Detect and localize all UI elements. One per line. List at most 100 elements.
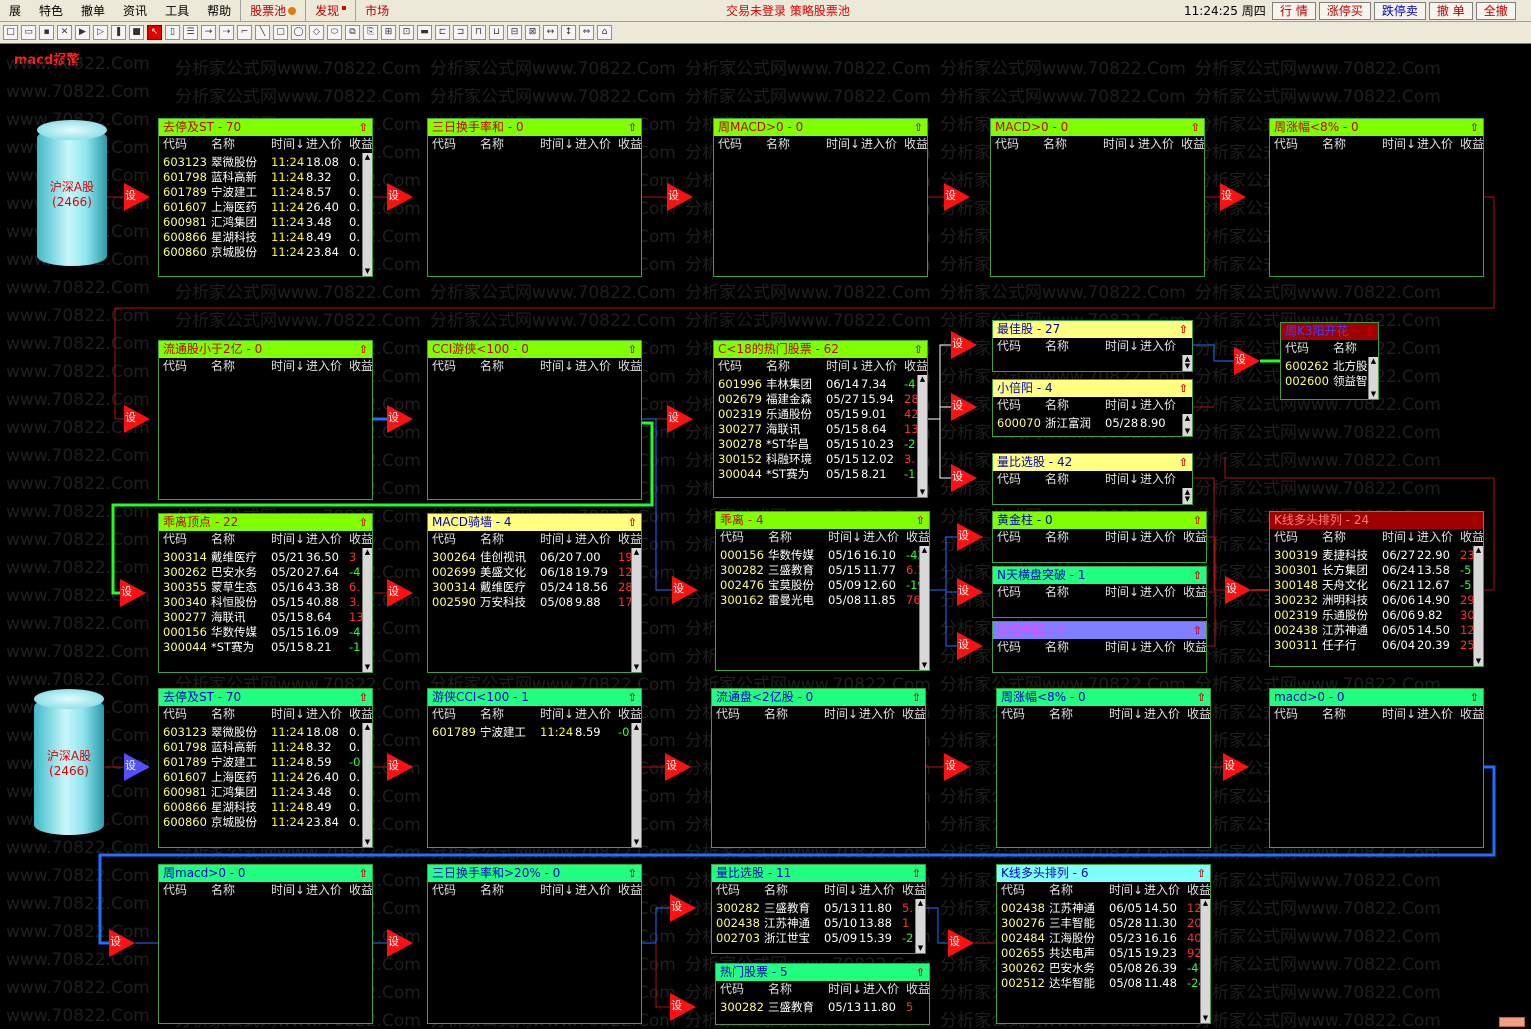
filter-panel[interactable]: K线多头排列 - 6 ⇧ 代码 名称 时间↓ 进入价 收益 002438 江苏神通 06/05 14… [996, 864, 1211, 1024]
collapse-arrow-icon[interactable]: ⇧ [912, 865, 921, 882]
shape-round-icon[interactable]: ◯ [291, 25, 306, 40]
panel-header[interactable]: 游侠CCI<100 - 1 ⇧ [428, 689, 641, 706]
vertical-scrollbar[interactable]: ▲ ▼ [362, 548, 372, 672]
spacing-icon[interactable]: ⇔ [579, 25, 594, 40]
column-header[interactable]: 名称 [1049, 706, 1073, 723]
filter-panel[interactable]: 周涨幅<8% - 0 ⇧ 代码 名称 时间↓ 进入价 收益 [996, 688, 1211, 848]
stock-row[interactable]: 300277 海联讯 05/15 8.64 13 [714, 422, 927, 437]
stock-row[interactable]: 300301 长方集团 06/24 13.58 -5 [1270, 563, 1483, 578]
stock-row[interactable]: 002590 万安科技 05/08 9.88 175. [428, 595, 641, 610]
menu-tools[interactable]: 工具 [156, 0, 198, 22]
limit-down-sell-button[interactable]: 跌停卖 [1373, 2, 1426, 20]
column-header[interactable]: 代码 [163, 882, 187, 899]
arrow-tool-icon[interactable]: → [201, 25, 216, 40]
column-header[interactable]: 时间↓ [540, 136, 574, 153]
setup-triangle-button[interactable]: 设 [672, 576, 698, 604]
scroll-up-icon[interactable]: ▲ [1201, 899, 1210, 908]
column-header[interactable]: 收益 [618, 706, 641, 723]
panel-header[interactable]: C<18的热门股票 - 62 ⇧ [714, 341, 927, 358]
stock-row[interactable]: 300262 巴安水务 05/20 27.64 -4 [159, 565, 372, 580]
panel-header[interactable]: CCI游侠<100 - 0 ⇧ [428, 341, 641, 358]
home-icon[interactable]: ⌂ [597, 25, 612, 40]
setup-triangle-button[interactable]: 设 [951, 393, 977, 421]
panel-header[interactable]: 去停及ST - 70 ⇧ [159, 119, 372, 136]
collapse-arrow-icon[interactable]: ⇧ [628, 689, 637, 706]
stock-row[interactable]: 600866 星湖科技 11:24 8.49 0. [159, 800, 372, 815]
filter-panel[interactable]: N天横盘突破 - 1 ⇧ 代码 名称 时间↓ 进入价 收益 [992, 566, 1207, 618]
vertical-scrollbar[interactable]: ▲ ▼ [631, 548, 641, 672]
stock-row[interactable]: 300044 *ST赛为 05/15 8.21 -1 [714, 467, 927, 482]
stock-row[interactable]: 002319 乐通股份 05/15 9.01 42 [714, 407, 927, 422]
stock-row[interactable]: 300148 天舟文化 06/21 12.67 -5 [1270, 578, 1483, 593]
column-header[interactable]: 名称 [1333, 340, 1357, 357]
column-header[interactable]: 收益 [904, 136, 927, 153]
same-width-icon[interactable]: ↔ [543, 25, 558, 40]
column-header[interactable]: 时间↓ [1105, 471, 1139, 488]
column-header[interactable]: 名称 [480, 136, 504, 153]
stock-row[interactable]: 300314 戴维医疗 05/24 18.56 28.2 [428, 580, 641, 595]
stock-row[interactable]: 601789 宁波建工 11:24 8.57 0. [159, 185, 372, 200]
column-header[interactable]: 收益 [1460, 529, 1483, 546]
cancel-order-button[interactable]: 撤 单 [1428, 2, 1473, 20]
align-right-icon[interactable]: ⊐ [453, 25, 468, 40]
column-header[interactable]: 代码 [432, 882, 456, 899]
setup-triangle-button[interactable]: 设 [944, 183, 970, 211]
filter-panel[interactable]: 去停及ST - 70 ⇧ 代码 名称 时间↓ 进入价 收益 603123 翠微股份 11:24 18… [158, 688, 373, 848]
stock-row[interactable]: 002484 江海股份 05/23 16.16 406. [997, 931, 1210, 946]
panel-header[interactable]: 流通盘<2亿股 - 0 ⇧ [712, 689, 925, 706]
column-header[interactable]: 名称 [1322, 136, 1346, 153]
column-header[interactable]: 时间↓ [1382, 529, 1416, 546]
stock-row[interactable]: 603123 翠微股份 11:24 18.08 0. [159, 725, 372, 740]
setup-triangle-button[interactable]: 设 [670, 894, 696, 922]
menu-features[interactable]: 特色 [30, 0, 72, 22]
collapse-arrow-icon[interactable]: ⇧ [1193, 512, 1202, 529]
column-header[interactable]: 时间↓ [1105, 639, 1139, 656]
column-header[interactable]: 代码 [1001, 706, 1025, 723]
column-header[interactable]: 收益 [904, 358, 927, 375]
column-header[interactable]: 进入价 [306, 882, 342, 899]
scroll-down-icon[interactable]: ▼ [1201, 1014, 1210, 1023]
stock-row[interactable]: 002703 浙江世宝 05/09 15.39 -2 [712, 931, 925, 946]
paste-icon[interactable]: ⎘ [363, 25, 378, 40]
list-tool-icon[interactable]: ☰ [183, 25, 198, 40]
resize-grip-icon[interactable] [1499, 1017, 1525, 1027]
panel-header[interactable]: 小倍阳 - 4 ⇧ [993, 380, 1192, 397]
column-header[interactable]: 名称 [1049, 882, 1073, 899]
collapse-arrow-icon[interactable]: ⇧ [914, 119, 923, 136]
stock-row[interactable]: 600262 北方股 [1281, 359, 1378, 374]
setup-triangle-button[interactable]: 设 [665, 753, 691, 781]
filter-panel[interactable]: MACD骑墙 - 4 ⇧ 代码 名称 时间↓ 进入价 收益 300264 佳创视讯 06/20 7.… [427, 513, 642, 673]
column-header[interactable]: 进入价 [1140, 529, 1176, 546]
column-header[interactable]: 进入价 [575, 136, 611, 153]
column-header[interactable]: 名称 [480, 706, 504, 723]
vertical-scrollbar[interactable]: ▲ ▼ [915, 899, 925, 953]
column-header[interactable]: 名称 [768, 981, 792, 998]
filter-panel[interactable]: 游侠CCI<100 - 1 ⇧ 代码 名称 时间↓ 进入价 收益 601789 宁波建工 11:2… [427, 688, 642, 848]
filter-panel[interactable]: 周MACD>0 - 0 ⇧ 代码 名称 时间↓ 进入价 收益 [713, 118, 928, 277]
menu-market[interactable]: 市场 [355, 0, 398, 22]
column-header[interactable]: 名称 [766, 136, 790, 153]
scroll-down-icon[interactable]: ▼ [1474, 657, 1483, 666]
center-h-icon[interactable]: ⊟ [507, 25, 522, 40]
center-v-icon[interactable]: ⊠ [525, 25, 540, 40]
align-top-icon[interactable]: ⊓ [471, 25, 486, 40]
column-header[interactable]: 名称 [1045, 584, 1069, 601]
scroll-up-icon[interactable]: ▲ [920, 546, 929, 555]
filter-panel[interactable]: MACD>0 - 0 ⇧ 代码 名称 时间↓ 进入价 收益 [990, 118, 1205, 277]
step-icon[interactable]: ▷ [93, 25, 108, 40]
panel-header[interactable]: 量比选股 - 11 ⇧ [712, 865, 925, 882]
filter-panel[interactable]: 三日换手率和>20% - 0 ⇧ 代码 名称 时间↓ 进入价 收益 [427, 864, 642, 1024]
collapse-arrow-icon[interactable]: ⇧ [1193, 567, 1202, 584]
column-header[interactable]: 时间↓ [271, 136, 305, 153]
collapse-arrow-icon[interactable]: ⇧ [359, 119, 368, 136]
column-header[interactable]: 代码 [432, 358, 456, 375]
scroll-up-icon[interactable]: ▲ [916, 899, 925, 908]
connector-icon[interactable]: ⌐ [237, 25, 252, 40]
column-header[interactable]: 名称 [1045, 471, 1069, 488]
column-header[interactable]: 时间↓ [271, 706, 305, 723]
source-cylinder[interactable]: 沪深A股 (2466) [37, 120, 107, 270]
column-header[interactable]: 收益 [618, 531, 641, 548]
stock-row[interactable]: 600860 京城股份 11:24 23.84 0. [159, 245, 372, 260]
stock-row[interactable]: 600866 星湖科技 11:24 8.49 0. [159, 230, 372, 245]
column-header[interactable]: 代码 [716, 882, 740, 899]
